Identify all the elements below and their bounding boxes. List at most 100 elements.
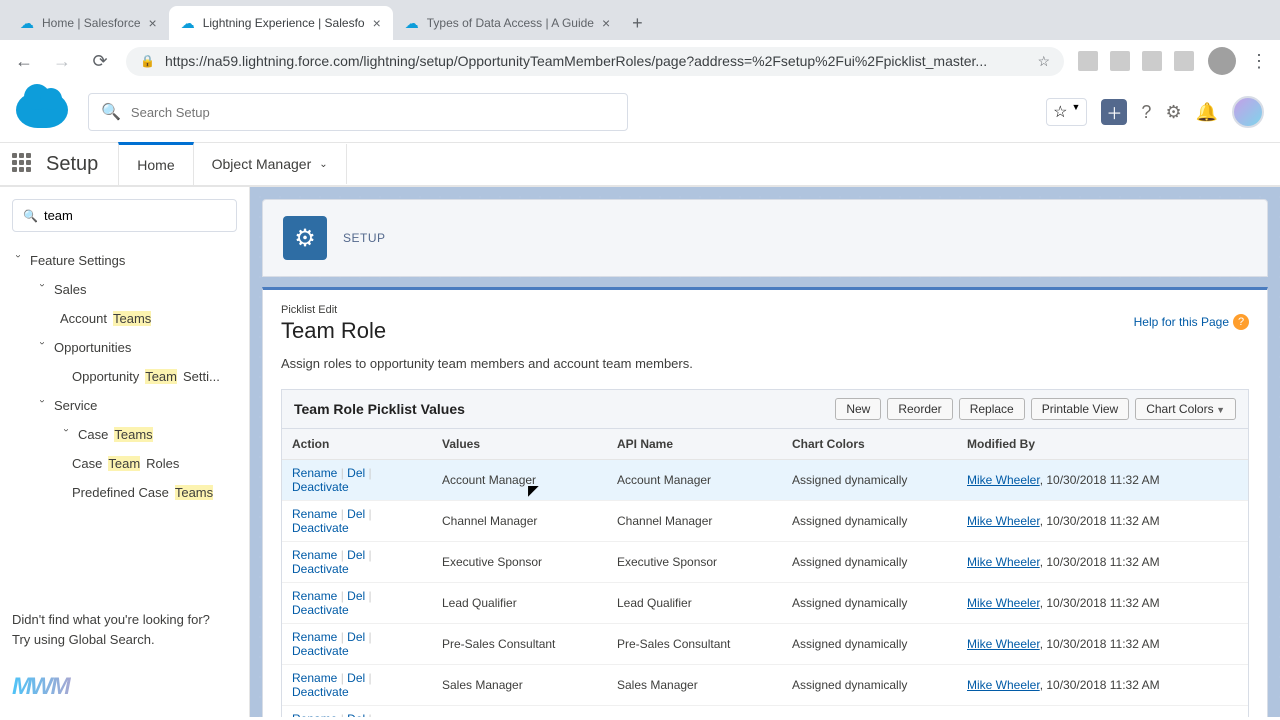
tab-title: Types of Data Access | A Guide (427, 16, 594, 30)
chevron-icon: › (37, 400, 48, 412)
help-icon: ? (1233, 314, 1249, 330)
user-link[interactable]: Mike Wheeler (967, 637, 1040, 651)
user-link[interactable]: Mike Wheeler (967, 678, 1040, 692)
user-avatar[interactable] (1232, 96, 1264, 128)
rename-link[interactable]: Rename (292, 507, 337, 521)
cell-modified: Mike Wheeler, 10/30/2018 11:32 AM (957, 665, 1248, 706)
favorites-button[interactable]: ☆▼ (1046, 98, 1087, 126)
reload-button[interactable]: ⟳ (88, 51, 112, 72)
tree-label: Feature Settings (30, 253, 125, 268)
highlight: Team (108, 456, 140, 471)
forward-button[interactable]: → (50, 51, 74, 72)
cell-chart: Assigned dynamically (782, 624, 957, 665)
add-button[interactable]: ＋ (1101, 99, 1127, 125)
tree-service[interactable]: ›Service (12, 391, 237, 420)
cell-value: Channel Manager (432, 501, 607, 542)
chevron-icon: › (37, 284, 48, 296)
page-header-label: SETUP (343, 231, 386, 245)
close-icon[interactable]: × (149, 15, 157, 31)
app-launcher-icon[interactable] (12, 153, 34, 175)
close-icon[interactable]: × (602, 15, 610, 31)
user-link[interactable]: Mike Wheeler (967, 596, 1040, 610)
footer-text: Didn't find what you're looking for? (12, 610, 237, 630)
deactivate-link[interactable]: Deactivate (292, 480, 349, 494)
chart-colors-button[interactable]: Chart Colors (1135, 398, 1236, 420)
cell-chart: Assigned dynamically (782, 501, 957, 542)
browser-tab-active[interactable]: ☁ Lightning Experience | Salesfo × (169, 6, 393, 40)
tree-sales[interactable]: ›Sales (12, 275, 237, 304)
tree-opportunity-team-settings[interactable]: Opportunity Team Setti... (12, 362, 237, 391)
new-tab-button[interactable]: + (622, 7, 653, 40)
replace-button[interactable]: Replace (959, 398, 1025, 420)
user-link[interactable]: Mike Wheeler (967, 514, 1040, 528)
tree-predefined-case-teams[interactable]: Predefined Case Teams (12, 478, 237, 507)
quick-find-input[interactable] (44, 208, 226, 223)
rename-link[interactable]: Rename (292, 548, 337, 562)
deactivate-link[interactable]: Deactivate (292, 562, 349, 576)
tab-home[interactable]: Home (118, 142, 193, 185)
new-button[interactable]: New (835, 398, 881, 420)
bookmark-icon[interactable]: ☆ (1037, 53, 1050, 70)
browser-tab[interactable]: ☁ Types of Data Access | A Guide × (393, 6, 622, 40)
close-icon[interactable]: × (373, 15, 381, 31)
tree-feature-settings[interactable]: ›Feature Settings (12, 246, 237, 275)
sidebar: 🔍 ›Feature Settings ›Sales Account Teams… (0, 187, 250, 717)
cell-value: Lead Qualifier (432, 583, 607, 624)
page-description: Assign roles to opportunity team members… (281, 356, 1249, 371)
del-link[interactable]: Del (347, 507, 365, 521)
tree-opportunities[interactable]: ›Opportunities (12, 333, 237, 362)
tab-title: Home | Salesforce (42, 16, 141, 30)
extensions (1078, 51, 1194, 71)
url-input[interactable]: 🔒 https://na59.lightning.force.com/light… (126, 47, 1064, 76)
back-button[interactable]: ← (12, 51, 36, 72)
del-link[interactable]: Del (347, 671, 365, 685)
del-link[interactable]: Del (347, 712, 365, 717)
extension-icon[interactable] (1142, 51, 1162, 71)
search-input[interactable] (131, 105, 615, 120)
rename-link[interactable]: Rename (292, 466, 337, 480)
extension-icon[interactable] (1174, 51, 1194, 71)
browser-chrome: ☁ Home | Salesforce × ☁ Lightning Experi… (0, 0, 1280, 82)
extension-icon[interactable] (1078, 51, 1098, 71)
del-link[interactable]: Del (347, 466, 365, 480)
salesforce-logo[interactable] (16, 92, 72, 132)
tab-object-manager[interactable]: Object Manager ⌄ (194, 144, 347, 184)
deactivate-link[interactable]: Deactivate (292, 685, 349, 699)
deactivate-link[interactable]: Deactivate (292, 521, 349, 535)
header-actions: ☆▼ ＋ ? ⚙ 🔔 (1046, 96, 1264, 128)
search-box[interactable]: 🔍 (88, 93, 628, 131)
del-link[interactable]: Del (347, 548, 365, 562)
rename-link[interactable]: Rename (292, 671, 337, 685)
cell-chart: Assigned dynamically (782, 460, 957, 501)
table-row: Rename | Del | DeactivateSales ManagerSa… (282, 665, 1248, 706)
browser-tab[interactable]: ☁ Home | Salesforce × (8, 6, 169, 40)
deactivate-link[interactable]: Deactivate (292, 603, 349, 617)
tree-account-teams[interactable]: Account Teams (12, 304, 237, 333)
tree-label: Opportunity (72, 369, 139, 384)
printable-view-button[interactable]: Printable View (1031, 398, 1130, 420)
extension-icon[interactable] (1110, 51, 1130, 71)
bell-icon[interactable]: 🔔 (1196, 102, 1218, 123)
highlight: Teams (114, 427, 152, 442)
tree-case-teams[interactable]: ›Case Teams (12, 420, 237, 449)
tree-case-team-roles[interactable]: Case Team Roles (12, 449, 237, 478)
rename-link[interactable]: Rename (292, 589, 337, 603)
profile-avatar[interactable] (1208, 47, 1236, 75)
highlight: Teams (113, 311, 151, 326)
reorder-button[interactable]: Reorder (887, 398, 952, 420)
main-panel: Picklist Edit Team Role Help for this Pa… (262, 287, 1268, 717)
rename-link[interactable]: Rename (292, 630, 337, 644)
user-link[interactable]: Mike Wheeler (967, 555, 1040, 569)
user-link[interactable]: Mike Wheeler (967, 473, 1040, 487)
gear-icon[interactable]: ⚙ (1165, 102, 1181, 123)
help-link[interactable]: Help for this Page ? (1134, 314, 1249, 330)
rename-link[interactable]: Rename (292, 712, 337, 717)
search-icon: 🔍 (101, 102, 121, 122)
cell-chart: Assigned dynamically (782, 583, 957, 624)
del-link[interactable]: Del (347, 589, 365, 603)
help-icon[interactable]: ? (1141, 102, 1151, 123)
del-link[interactable]: Del (347, 630, 365, 644)
deactivate-link[interactable]: Deactivate (292, 644, 349, 658)
quick-find[interactable]: 🔍 (12, 199, 237, 232)
menu-icon[interactable]: ⋮ (1250, 51, 1268, 72)
